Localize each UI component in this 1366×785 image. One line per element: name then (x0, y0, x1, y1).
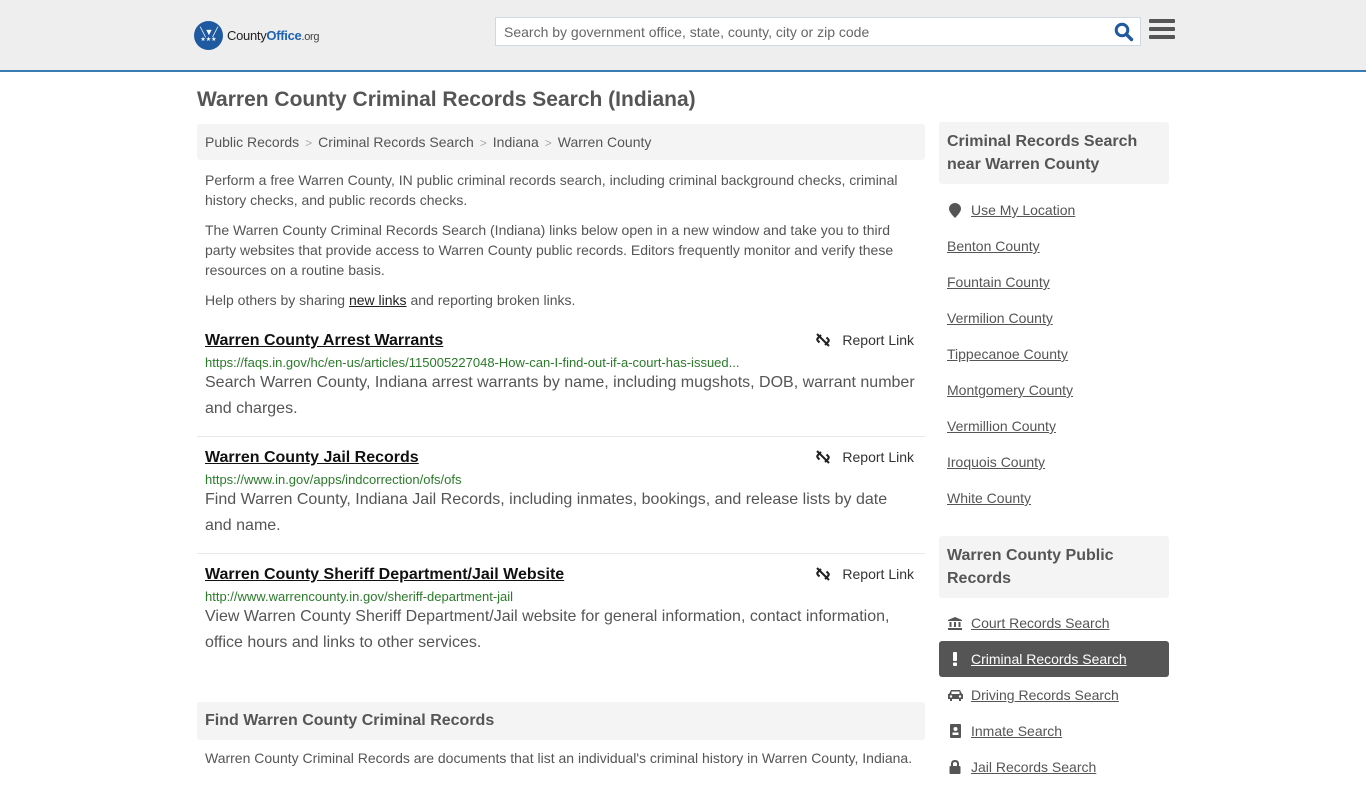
breadcrumb: Public Records > Criminal Records Search > I… (197, 124, 925, 160)
breadcrumb-indiana[interactable]: Indiana (493, 134, 539, 150)
nearby-county-link[interactable]: Montgomery County (947, 382, 1073, 398)
breadcrumb-warren-county[interactable]: Warren County (558, 134, 652, 150)
nearby-county-link[interactable]: Tippecanoe County (947, 346, 1068, 362)
broken-link-icon (816, 333, 831, 347)
intro-paragraph-2: The Warren County Criminal Records Searc… (205, 222, 894, 278)
nearby-county-link[interactable]: Iroquois County (947, 454, 1045, 470)
result-description: View Warren County Sheriff Department/Ja… (205, 608, 890, 651)
broken-link-icon (816, 567, 831, 581)
intro-paragraph-3: Help others by sharing new links and rep… (205, 292, 576, 308)
nearby-county-item[interactable]: Iroquois County (939, 444, 1169, 480)
result-description: Find Warren County, Indiana Jail Records… (205, 491, 888, 534)
hamburger-menu-icon[interactable] (1149, 19, 1175, 43)
nearby-county-item[interactable]: Vermilion County (939, 300, 1169, 336)
nearby-county-item[interactable]: Benton County (939, 228, 1169, 264)
search-icon (1114, 22, 1134, 42)
site-logo[interactable]: ╲▼╱ ★★★ CountyOffice.org (194, 20, 319, 50)
result-item: Warren County Jail Records Report Link h… (197, 443, 925, 554)
map-marker-icon (947, 202, 963, 218)
logo-text: CountyOffice.org (227, 27, 320, 43)
court-records-link[interactable]: Court Records Search (971, 615, 1110, 631)
result-url: http://www.warrencounty.in.gov/sheriff-d… (205, 589, 514, 604)
nearby-county-link[interactable]: Vermilion County (947, 310, 1053, 326)
search-input[interactable] (496, 18, 1106, 45)
breadcrumb-criminal-records-search[interactable]: Criminal Records Search (318, 134, 474, 150)
nearby-county-link[interactable]: Fountain County (947, 274, 1050, 290)
result-url: https://faqs.in.gov/hc/en-us/articles/11… (205, 355, 740, 370)
courthouse-icon (947, 616, 963, 630)
report-link-button[interactable]: Report Link (815, 449, 914, 465)
driving-records-item[interactable]: Driving Records Search (939, 677, 1169, 713)
result-title-link[interactable]: Warren County Jail Records (205, 449, 419, 467)
inmate-search-item[interactable]: Inmate Search (939, 713, 1169, 749)
nearby-county-item[interactable]: Montgomery County (939, 372, 1169, 408)
search-box (495, 17, 1141, 46)
breadcrumb-separator: > (305, 136, 313, 150)
driving-records-link[interactable]: Driving Records Search (971, 687, 1119, 703)
nearby-county-item[interactable]: Fountain County (939, 264, 1169, 300)
use-my-location-item[interactable]: Use My Location (939, 192, 1169, 228)
public-records-list: Court Records Search Criminal Records Se… (939, 605, 1169, 785)
eagle-seal-icon: ╲▼╱ ★★★ (194, 20, 223, 50)
breadcrumb-public-records[interactable]: Public Records (205, 134, 299, 150)
nearby-county-link[interactable]: Vermillion County (947, 418, 1056, 434)
nearby-list: Use My Location Benton County Fountain C… (939, 192, 1169, 516)
report-link-button[interactable]: Report Link (815, 332, 914, 348)
lock-icon (947, 760, 963, 774)
nearby-county-link[interactable]: White County (947, 490, 1031, 506)
find-records-text: Warren County Criminal Records are docum… (205, 750, 913, 766)
breadcrumb-separator: > (479, 136, 487, 150)
nearby-county-item[interactable]: Tippecanoe County (939, 336, 1169, 372)
result-item: Warren County Sheriff Department/Jail We… (197, 560, 925, 671)
intro-paragraph-1: Perform a free Warren County, IN public … (205, 172, 898, 208)
criminal-records-link[interactable]: Criminal Records Search (971, 651, 1127, 667)
result-title-link[interactable]: Warren County Sheriff Department/Jail We… (205, 566, 564, 584)
car-icon (947, 689, 963, 701)
intro-text: Perform a free Warren County, IN public … (205, 170, 917, 320)
new-links-link[interactable]: new links (349, 292, 407, 308)
broken-link-icon (816, 450, 831, 464)
site-header: ╲▼╱ ★★★ CountyOffice.org (0, 0, 1366, 72)
exclamation-icon (947, 652, 963, 666)
nearby-county-link[interactable]: Benton County (947, 238, 1040, 254)
nearby-heading: Criminal Records Search near Warren Coun… (939, 122, 1169, 184)
jail-records-item[interactable]: Jail Records Search (939, 749, 1169, 785)
criminal-records-item[interactable]: Criminal Records Search (939, 641, 1169, 677)
inmate-search-link[interactable]: Inmate Search (971, 723, 1062, 739)
use-my-location-link[interactable]: Use My Location (971, 202, 1075, 218)
nearby-county-item[interactable]: White County (939, 480, 1169, 516)
breadcrumb-separator: > (544, 136, 552, 150)
page-title: Warren County Criminal Records Search (I… (197, 88, 696, 111)
search-button[interactable] (1114, 22, 1134, 42)
public-records-heading: Warren County Public Records (939, 536, 1169, 598)
court-records-item[interactable]: Court Records Search (939, 605, 1169, 641)
result-description: Search Warren County, Indiana arrest war… (205, 374, 915, 417)
jail-records-link[interactable]: Jail Records Search (971, 759, 1096, 775)
result-item: Warren County Arrest Warrants Report Lin… (197, 326, 925, 437)
result-url: https://www.in.gov/apps/indcorrection/of… (205, 472, 462, 487)
id-badge-icon (947, 724, 963, 738)
result-title-link[interactable]: Warren County Arrest Warrants (205, 332, 443, 350)
find-records-heading: Find Warren County Criminal Records (197, 702, 925, 740)
report-link-button[interactable]: Report Link (815, 566, 914, 582)
nearby-county-item[interactable]: Vermillion County (939, 408, 1169, 444)
